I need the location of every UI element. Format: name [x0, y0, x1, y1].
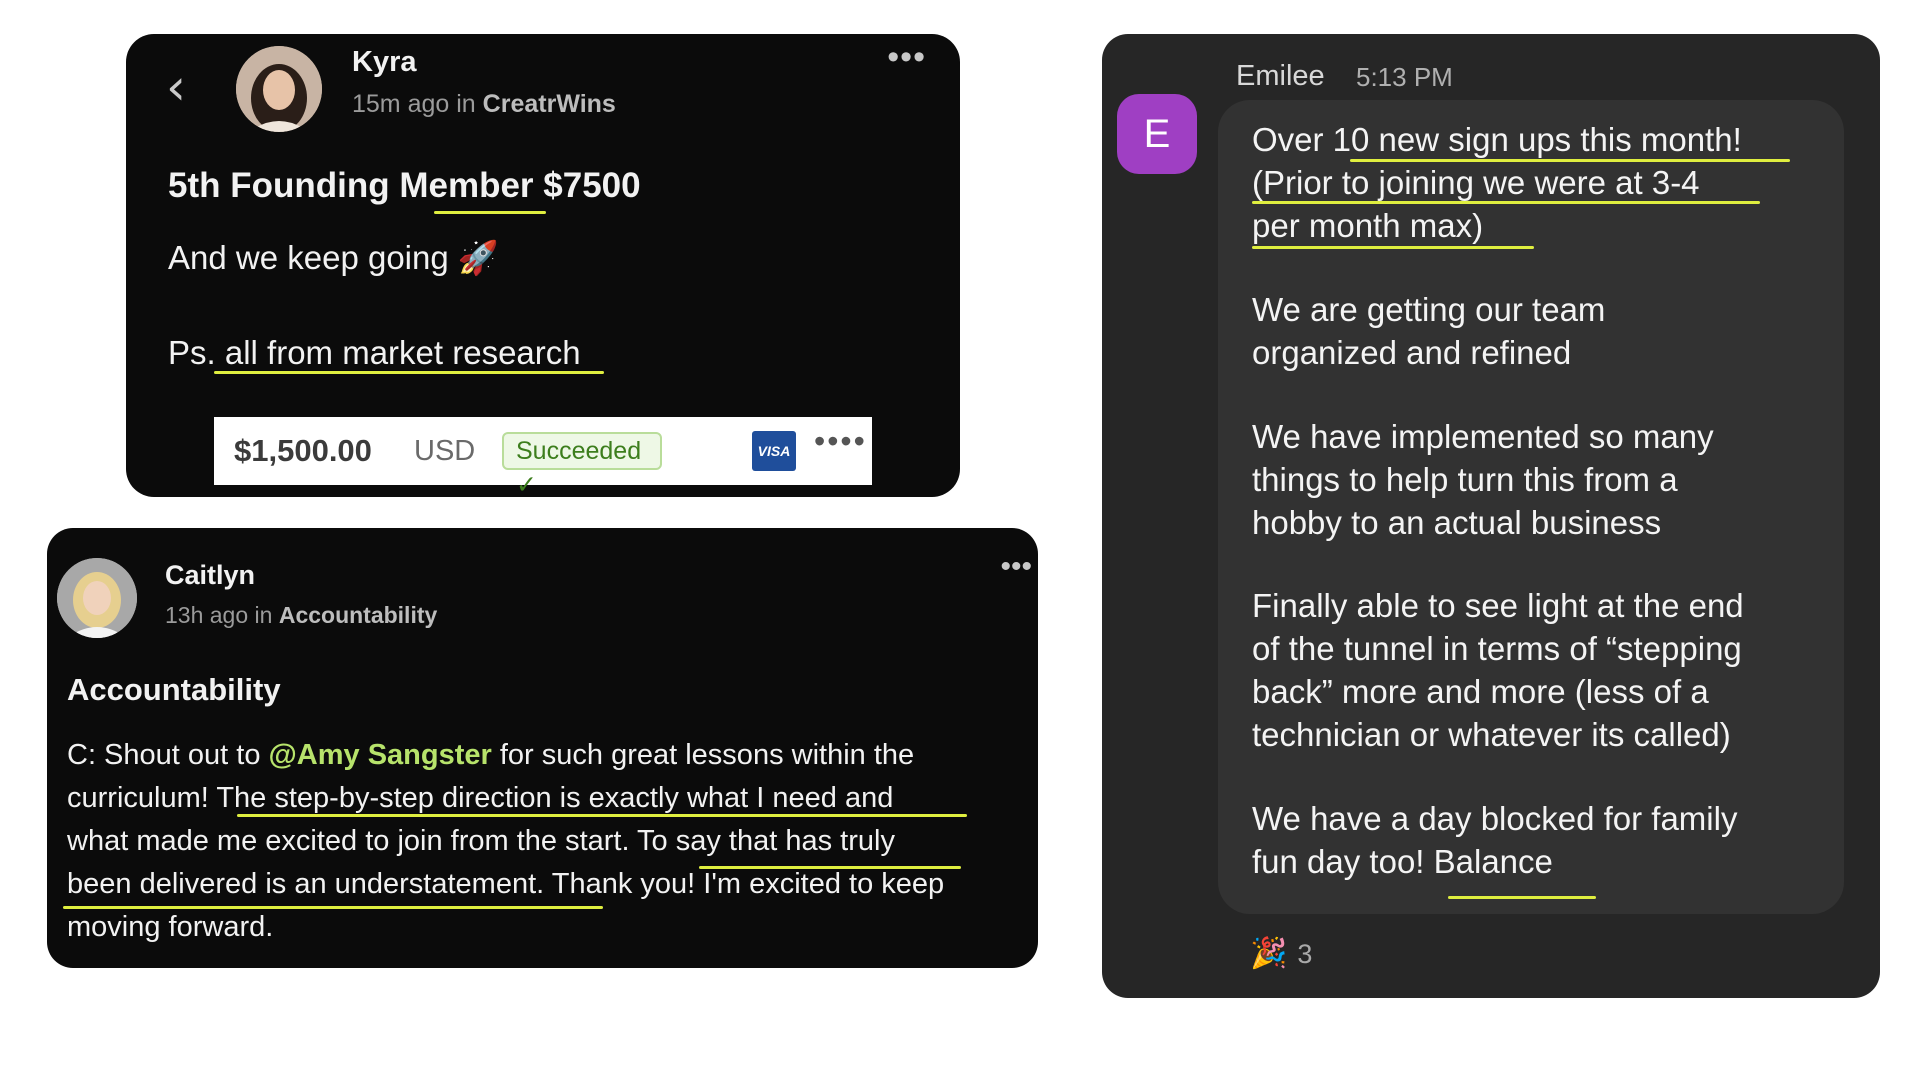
visa-card-icon: VISA	[752, 431, 796, 471]
community-link[interactable]: Accountability	[279, 602, 437, 628]
party-popper-icon: 🎉	[1250, 937, 1288, 970]
message-bubble: Over 10 new sign ups this month! (Prior …	[1218, 100, 1844, 914]
highlight-underline	[434, 211, 546, 214]
post-meta: 15m ago in CreatrWins	[352, 90, 616, 119]
reaction-chip[interactable]: 🎉 3	[1250, 936, 1312, 971]
in-label: in	[456, 90, 476, 118]
highlight-underline	[237, 814, 967, 817]
author-name[interactable]: Caitlyn	[165, 560, 255, 591]
post-body-line: C: Shout out to @Amy Sangster for such g…	[67, 734, 1027, 777]
message-line: things to help turn this from a	[1252, 461, 1678, 498]
highlight-underline	[1252, 201, 1760, 204]
message-paragraph: We have implemented so many things to he…	[1252, 415, 1714, 544]
back-arrow-icon[interactable]: ‹	[166, 62, 186, 112]
message-line: back” more and more (less of a	[1252, 673, 1709, 710]
mention-link[interactable]: @Amy Sangster	[269, 739, 492, 771]
message-paragraph: Finally able to see light at the end of …	[1252, 584, 1744, 756]
post-title: 5th Founding Member $7500	[168, 166, 641, 205]
in-label: in	[254, 602, 273, 628]
highlight-underline	[214, 371, 604, 374]
post-body: C: Shout out to @Amy Sangster for such g…	[67, 734, 1027, 949]
post-body-line: what made me excited to join from the st…	[67, 825, 895, 857]
author-name[interactable]: Kyra	[352, 46, 417, 79]
message-line: Over 10 new sign ups this month!	[1252, 121, 1742, 158]
post-meta: 13h ago in Accountability	[165, 602, 437, 629]
message-line: of the tunnel in terms of “stepping	[1252, 630, 1742, 667]
reaction-count: 3	[1297, 939, 1313, 969]
message-line: (Prior to joining we were at 3-4	[1252, 164, 1700, 201]
message-paragraph: We are getting our team organized and re…	[1252, 288, 1605, 374]
more-options-icon[interactable]: •••	[1000, 550, 1032, 584]
message-time: 5:13 PM	[1356, 62, 1453, 92]
post-body-line: moving forward.	[67, 911, 274, 943]
avatar[interactable]	[236, 46, 322, 132]
highlight-underline	[1252, 246, 1534, 249]
payment-currency: USD	[414, 435, 476, 467]
more-options-icon[interactable]: ••••	[814, 423, 867, 460]
post-body-text: C: Shout out to	[67, 739, 269, 771]
avatar[interactable]	[57, 558, 137, 638]
message-line: hobby to an actual business	[1252, 504, 1662, 541]
message-line: We have a day blocked for family	[1252, 800, 1738, 837]
message-line: per month max)	[1252, 207, 1484, 244]
avatar[interactable]: E	[1117, 94, 1197, 174]
message-line: Finally able to see light at the end	[1252, 587, 1744, 624]
more-options-icon[interactable]: •••	[887, 38, 926, 77]
post-time: 15m ago	[352, 90, 450, 118]
community-link[interactable]: CreatrWins	[483, 90, 616, 118]
message-line: fun day too! Balance	[1252, 843, 1553, 880]
highlight-underline	[699, 866, 961, 869]
author-name[interactable]: Emilee	[1236, 60, 1325, 93]
message-paragraph: We have a day blocked for family fun day…	[1252, 797, 1737, 883]
post-body-line: And we keep going 🚀	[168, 239, 499, 276]
message-line: We have implemented so many	[1252, 418, 1714, 455]
message-line: We are getting our team	[1252, 291, 1606, 328]
post-body-text: for such great lessons within the	[491, 739, 915, 771]
post-body-line: been delivered is an understatement. Tha…	[67, 868, 945, 900]
message-line: technician or whatever its called)	[1252, 716, 1731, 753]
payment-amount: $1,500.00	[234, 433, 372, 468]
status-badge: Succeeded ✓	[502, 432, 662, 499]
caitlyn-post-card: Caitlyn 13h ago in Accountability ••• Ac…	[47, 528, 1038, 968]
kyra-post-card: ‹ Kyra 15m ago in CreatrWins ••• 5th Fou…	[126, 34, 960, 499]
message-line: organized and refined	[1252, 334, 1572, 371]
emilee-message-card: E Emilee 5:13 PM Over 10 new sign ups th…	[1102, 34, 1880, 998]
message-paragraph: Over 10 new sign ups this month! (Prior …	[1252, 118, 1742, 247]
post-time: 13h ago	[165, 602, 249, 628]
highlight-underline	[1350, 159, 1790, 162]
highlight-underline	[1448, 896, 1596, 899]
post-body-line: Ps. all from market research	[168, 334, 581, 371]
payment-row: $1,500.00 USD Succeeded ✓ VISA ••••	[214, 417, 872, 499]
post-title: Accountability	[67, 672, 281, 707]
highlight-underline	[63, 906, 603, 909]
